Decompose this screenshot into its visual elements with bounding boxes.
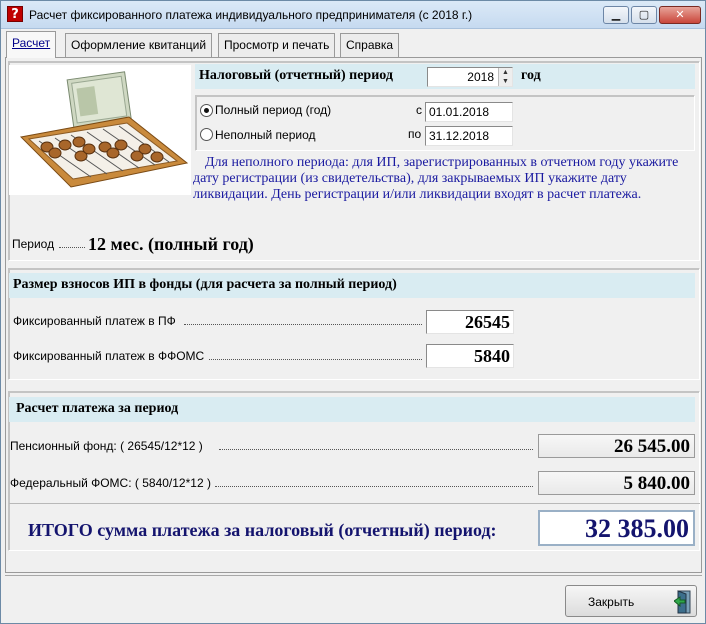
main-window: ? Расчет фиксированного платежа индивиду… (0, 0, 706, 624)
close-window-button[interactable]: ✕ (659, 6, 701, 24)
ffoms-fixed-value: 5840 (474, 346, 510, 366)
total-divider (9, 503, 700, 504)
ffoms-fixed-input[interactable]: 5840 (426, 344, 514, 368)
radio-partial-period[interactable] (200, 128, 213, 141)
partial-period-hint: Для неполного периода: для ИП, зарегистр… (193, 155, 693, 203)
tab-preview-print[interactable]: Просмотр и печать (218, 33, 336, 57)
ffoms-leader-dots (209, 359, 422, 360)
year-value: 2018 (467, 70, 494, 84)
contributions-header: Размер взносов ИП в фонды (для расчета з… (9, 273, 695, 298)
pension-leader-dots (219, 449, 533, 450)
federal-foms-value: 5 840.00 (623, 473, 691, 494)
date-to-value: 31.12.2018 (429, 129, 490, 143)
total-result: 32 385.00 (538, 510, 695, 546)
close-button[interactable]: Закрыть (565, 585, 697, 617)
federal-foms-label: Федеральный ФОМС: ( 5840/12*12 ) (10, 476, 211, 490)
spin-up-icon[interactable]: ▲ (499, 68, 512, 77)
radio-partial-period-label[interactable]: Неполный период (215, 128, 316, 142)
period-value: 12 мес. (полный год) (88, 234, 254, 254)
federal-foms-result: 5 840.00 (538, 471, 695, 495)
exit-door-icon (673, 590, 694, 617)
date-from-value: 01.01.2018 (429, 105, 490, 119)
calculation-header: Расчет платежа за период (9, 397, 695, 422)
federal-foms-leader-dots (215, 486, 533, 487)
date-from-label: с (416, 103, 422, 117)
pf-leader-dots (184, 324, 422, 325)
tab-calculation[interactable]: Расчет (6, 31, 57, 58)
total-value: 32 385.00 (585, 514, 689, 543)
date-to-input[interactable]: 31.12.2018 (425, 126, 513, 146)
radio-full-period-label[interactable]: Полный период (год) (215, 103, 331, 117)
maximize-button[interactable]: ▢ (631, 6, 657, 24)
pf-fixed-label: Фиксированный платеж в ПФ (13, 314, 176, 328)
period-leader-dots (59, 247, 85, 248)
ffoms-fixed-label: Фиксированный платеж в ФФОМС (13, 349, 205, 363)
contributions-header-text: Размер взносов ИП в фонды (для расчета з… (13, 277, 397, 292)
date-from-input[interactable]: 01.01.2018 (425, 102, 513, 122)
tab-help[interactable]: Справка (340, 33, 400, 57)
pension-fund-result: 26 545.00 (538, 434, 695, 458)
abacus-money-image (9, 65, 191, 195)
spin-down-icon[interactable]: ▼ (499, 77, 512, 86)
radio-full-period[interactable] (200, 104, 213, 117)
minimize-button[interactable]: ▁ (603, 6, 629, 24)
app-icon: ? (7, 6, 23, 22)
year-spinner[interactable]: ▲ ▼ (498, 68, 512, 86)
pf-fixed-input[interactable]: 26545 (426, 310, 514, 334)
total-label: ИТОГО сумма платежа за налоговый (отчетн… (28, 520, 497, 540)
close-button-label: Закрыть (588, 595, 635, 609)
year-suffix: год (521, 68, 541, 83)
calculation-header-text: Расчет платежа за период (16, 401, 179, 416)
title-bar: ? Расчет фиксированного платежа индивиду… (1, 1, 705, 29)
window-title: Расчет фиксированного платежа индивидуал… (29, 8, 473, 22)
pension-fund-value: 26 545.00 (614, 436, 690, 457)
partial-period-hint-text: Для неполного периода: для ИП, зарегистр… (193, 155, 679, 202)
tab-receipts[interactable]: Оформление квитанций (65, 33, 213, 57)
date-to-label: по (408, 127, 422, 141)
pension-fund-label: Пенсионный фонд: ( 26545/12*12 ) (10, 439, 203, 453)
tax-period-label: Налоговый (отчетный) период (199, 68, 393, 83)
period-label: Период (12, 237, 55, 251)
footer-divider (5, 575, 702, 576)
pf-fixed-value: 26545 (465, 312, 510, 332)
